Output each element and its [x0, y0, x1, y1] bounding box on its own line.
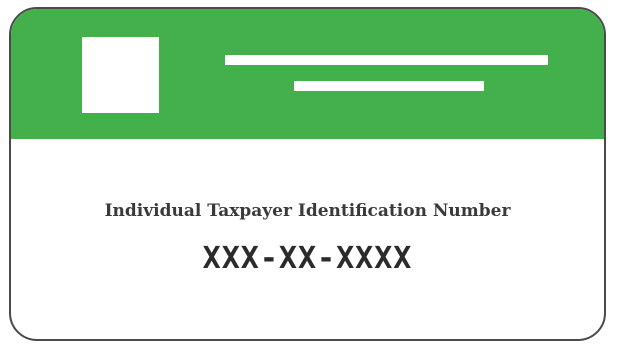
- card-title: Individual Taxpayer Identification Numbe…: [104, 201, 511, 221]
- header-line-long: [225, 55, 548, 65]
- header-line-short: [294, 81, 484, 91]
- photo-placeholder-icon: [82, 37, 159, 113]
- card-number: XXX-XX-XXXX: [202, 241, 413, 276]
- card-header-band: [11, 9, 604, 139]
- itin-card: Individual Taxpayer Identification Numbe…: [9, 7, 606, 341]
